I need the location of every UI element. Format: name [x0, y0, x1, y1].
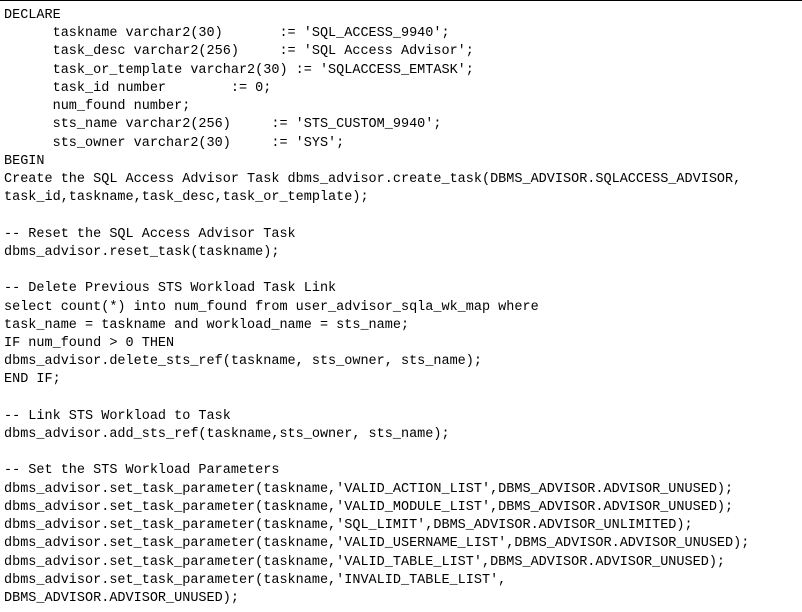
code-page: DECLARE taskname varchar2(30) := 'SQL_AC…: [0, 0, 802, 612]
sql-code-block: DECLARE taskname varchar2(30) := 'SQL_AC…: [4, 7, 798, 608]
